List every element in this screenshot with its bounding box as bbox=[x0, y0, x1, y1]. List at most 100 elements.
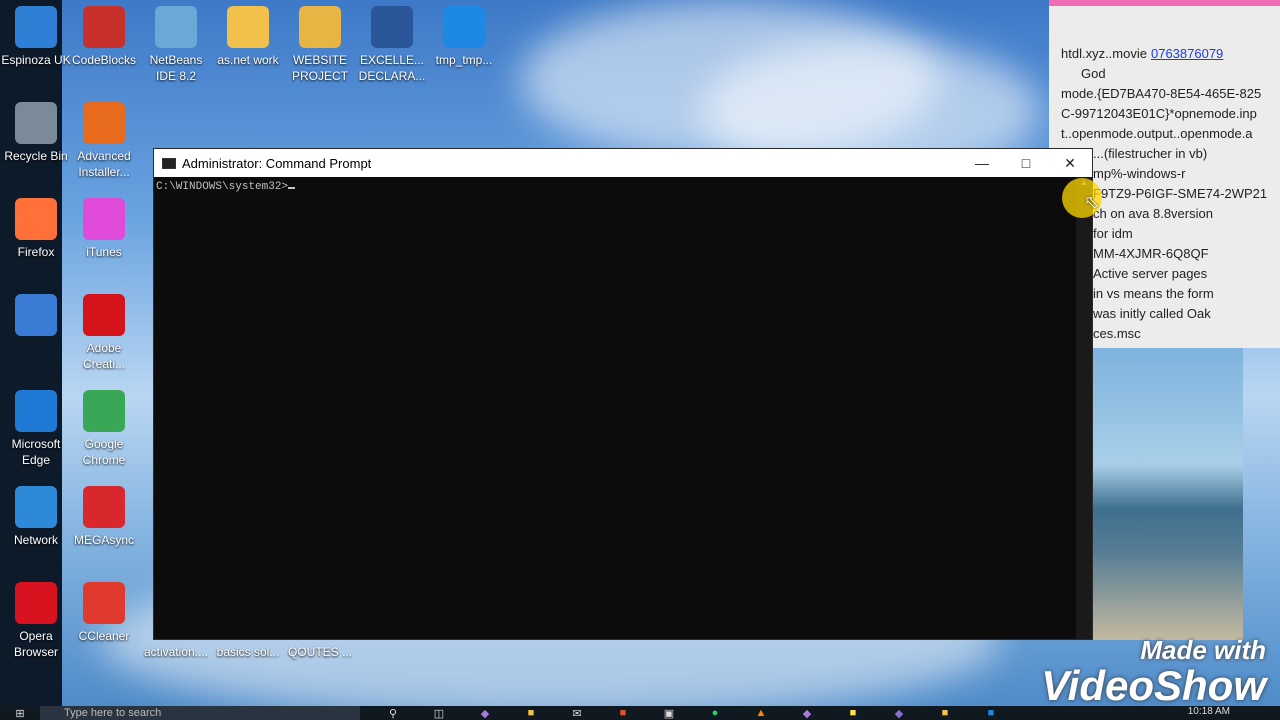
desktop-icon[interactable]: Google Chrome bbox=[68, 390, 140, 468]
advanced-installer-icon bbox=[83, 102, 125, 144]
note-text: F9TZ9-P6IGF-SME74-2WP21 bbox=[1093, 186, 1268, 201]
desktop-icon[interactable]: Recycle Bin bbox=[0, 102, 72, 164]
itunes-icon bbox=[83, 198, 125, 240]
note-text: was initly called Oak bbox=[1093, 306, 1211, 321]
note-line: C-99712043E01C}*opnemode.inp bbox=[1049, 104, 1280, 124]
start-button[interactable]: ⊞ bbox=[0, 707, 40, 720]
note-text: ...(filestrucher in vb) bbox=[1093, 146, 1208, 161]
note-line: God bbox=[1049, 64, 1280, 84]
note-text: mode.{ED7BA470-8E54-465E-825 bbox=[1061, 86, 1262, 101]
store-icon[interactable]: ▣ bbox=[646, 707, 692, 720]
chrome-icon bbox=[83, 390, 125, 432]
desktop-icon-label: activation.... bbox=[143, 645, 209, 659]
desktop-icon[interactable]: iTunes bbox=[68, 198, 140, 260]
file-explorer-icon[interactable]: ■ bbox=[508, 707, 554, 720]
scrollbar[interactable]: ▲ bbox=[1076, 177, 1092, 639]
search-placeholder: Type here to search bbox=[64, 707, 162, 719]
folder-icon bbox=[299, 6, 341, 48]
desktop-icon[interactable] bbox=[0, 294, 72, 340]
computer-icon bbox=[15, 6, 57, 48]
desktop-icon-label: Adobe Creati... bbox=[82, 341, 125, 371]
command-prompt-text: C:\WINDOWS\system32> bbox=[156, 181, 289, 193]
adobe-cc-icon bbox=[83, 294, 125, 336]
network-icon bbox=[15, 486, 57, 528]
opera-icon bbox=[15, 582, 57, 624]
vlc-icon[interactable]: ▲ bbox=[738, 707, 784, 720]
search-box[interactable]: Type here to search bbox=[40, 706, 360, 720]
mail-icon[interactable]: ✉ bbox=[554, 707, 600, 720]
note-text: Active server pages bbox=[1093, 266, 1208, 281]
desktop-icon-label: Firefox bbox=[17, 245, 55, 259]
minimize-icon[interactable]: — bbox=[960, 149, 1004, 177]
desktop-icon[interactable]: Adobe Creati... bbox=[68, 294, 140, 372]
note-line: htdl.xyz..movie 0763876079 bbox=[1049, 44, 1280, 64]
desktop-icon[interactable]: WEBSITE PROJECT bbox=[284, 6, 356, 84]
folder-icon bbox=[227, 6, 269, 48]
firefox-icon bbox=[15, 198, 57, 240]
desktop-icon[interactable]: Advanced Installer... bbox=[68, 102, 140, 180]
desktop-icon[interactable]: Opera Browser bbox=[0, 582, 72, 660]
whatsapp-icon[interactable]: ● bbox=[692, 707, 738, 720]
text-cursor bbox=[288, 187, 296, 189]
window-title: Administrator: Command Prompt bbox=[182, 155, 372, 171]
console-output[interactable]: C:\WINDOWS\system32> bbox=[154, 177, 1092, 197]
desktop-icon[interactable]: Espinoza UK bbox=[0, 6, 72, 68]
note-text: htdl.xyz..movie bbox=[1061, 46, 1147, 61]
task-view-icon[interactable]: ◫ bbox=[416, 707, 462, 720]
desktop-icon[interactable]: Network bbox=[0, 486, 72, 548]
mega-icon bbox=[83, 486, 125, 528]
desktop-icon[interactable]: CCleaner bbox=[68, 582, 140, 644]
codeblocks-icon bbox=[83, 6, 125, 48]
search-icon[interactable]: ⚲ bbox=[370, 707, 416, 720]
note-line: mode.{ED7BA470-8E54-465E-825 bbox=[1049, 84, 1280, 104]
office-icon[interactable]: ■ bbox=[600, 707, 646, 720]
note-text: MM-4XJMR-6Q8QF bbox=[1093, 246, 1209, 261]
desktop-icon-label: iTunes bbox=[86, 245, 122, 259]
note-text: ch on ava 8.8version bbox=[1093, 206, 1213, 221]
maximize-icon[interactable]: □ bbox=[1004, 149, 1048, 177]
desktop-icon[interactable]: NetBeans IDE 8.2 bbox=[140, 6, 212, 84]
cmd-icon bbox=[162, 157, 176, 169]
note-text: God bbox=[1081, 66, 1106, 81]
sticky-notes-icon[interactable]: ■ bbox=[830, 707, 876, 720]
note-text: mp%-windows-r bbox=[1093, 166, 1186, 181]
app-icon[interactable]: ■ bbox=[968, 707, 1014, 720]
title-bar[interactable]: Administrator: Command Prompt bbox=[154, 149, 1092, 177]
window-controls: — □ ✕ bbox=[960, 149, 1092, 177]
folder-icon[interactable]: ■ bbox=[922, 707, 968, 720]
desktop-icon-label: WEBSITE PROJECT bbox=[291, 53, 348, 83]
wallpaper-photo bbox=[1093, 348, 1243, 640]
visual-studio-icon[interactable]: ◆ bbox=[462, 707, 508, 720]
videoshow-watermark: Made with VideoShow bbox=[1041, 635, 1266, 707]
visual-studio-2-icon[interactable]: ◆ bbox=[784, 707, 830, 720]
note-text: for idm bbox=[1093, 226, 1133, 241]
command-prompt-window[interactable]: Administrator: Command Prompt — □ ✕ C:\W… bbox=[153, 148, 1093, 640]
desktop-icon-label: Google Chrome bbox=[82, 437, 126, 467]
desktop-icon-label: Recycle Bin bbox=[4, 149, 68, 163]
desktop-icon[interactable]: tmp_tmp... bbox=[428, 6, 500, 68]
clock[interactable]: 10:18 AM bbox=[1188, 706, 1230, 717]
note-text: in vs means the form bbox=[1093, 286, 1214, 301]
desktop-icon-label: NetBeans IDE 8.2 bbox=[149, 53, 203, 83]
note-text: t..openmode.output..openmode.a bbox=[1061, 126, 1253, 141]
desktop-icon-label: Opera Browser bbox=[13, 629, 58, 659]
edge-icon bbox=[15, 390, 57, 432]
note-line: t..openmode.output..openmode.a bbox=[1049, 124, 1280, 144]
pinned-apps: ⚲ ◫ ◆ ■ ✉ ■ ▣ ● ▲ ◆ ■ ◆ ■ ■ bbox=[370, 707, 1014, 720]
mouse-pointer-icon: ⬁ bbox=[1084, 192, 1100, 212]
desktop-icon[interactable]: CodeBlocks bbox=[68, 6, 140, 68]
visual-studio-3-icon[interactable]: ◆ bbox=[876, 707, 922, 720]
desktop-icon-label: CodeBlocks bbox=[71, 53, 137, 67]
close-icon[interactable]: ✕ bbox=[1048, 149, 1092, 177]
note-text: ces.msc bbox=[1093, 326, 1141, 341]
note-link[interactable]: 0763876079 bbox=[1151, 46, 1223, 61]
desktop-icon-label: Espinoza UK bbox=[1, 53, 71, 67]
desktop-icon-label: EXCELLE... DECLARA... bbox=[358, 53, 426, 83]
media-file-icon bbox=[443, 6, 485, 48]
desktop-icon[interactable]: MEGAsync bbox=[68, 486, 140, 548]
desktop-icon[interactable]: as.net work bbox=[212, 6, 284, 68]
recycle-bin-icon bbox=[15, 102, 57, 144]
desktop-icon[interactable]: EXCELLE... DECLARA... bbox=[356, 6, 428, 84]
desktop-icon[interactable]: Firefox bbox=[0, 198, 72, 260]
desktop-icon[interactable]: Microsoft Edge bbox=[0, 390, 72, 468]
